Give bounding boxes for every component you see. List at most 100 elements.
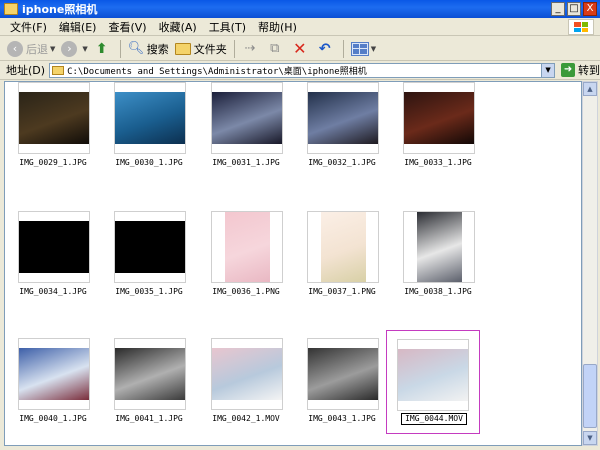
address-path: C:\Documents and Settings\Administrator\…: [67, 66, 367, 77]
file-name: IMG_0043_1.JPG: [308, 414, 376, 423]
folder-icon: [174, 42, 191, 55]
file-thumbnail: [307, 211, 379, 283]
file-item[interactable]: IMG_0038_1.JPG: [390, 211, 486, 331]
thumbnail-image: [19, 221, 89, 273]
file-name: IMG_0033_1.JPG: [404, 158, 472, 167]
thumbnail-image: [404, 92, 474, 144]
toolbar: ‹ 后退 ▼ › ▼ ⬆ 🔍︎ 搜索 文件夹 ⇢ ⧉ ✕ ↶ ▼: [0, 37, 600, 61]
menu-help[interactable]: 帮助(H): [252, 19, 303, 35]
file-thumbnail: [18, 338, 90, 410]
vertical-scrollbar[interactable]: ▲ ▼: [582, 81, 598, 446]
maximize-button[interactable]: □: [567, 2, 581, 16]
address-bar: 地址(D) C:\Documents and Settings\Administ…: [0, 61, 600, 80]
thumbnail-image: [19, 92, 89, 144]
file-item[interactable]: IMG_0041_1.JPG: [101, 338, 197, 445]
windows-logo-icon: [568, 19, 594, 35]
delete-button[interactable]: ✕: [289, 39, 314, 59]
file-item[interactable]: IMG_0040_1.JPG: [5, 338, 101, 445]
address-label: 地址(D): [6, 64, 46, 77]
menu-edit[interactable]: 编辑(E): [53, 19, 103, 35]
file-thumbnail: [307, 82, 379, 154]
file-thumbnail: [114, 338, 186, 410]
file-name: IMG_0037_1.PNG: [308, 287, 376, 296]
file-item[interactable]: IMG_0042_1.MOV: [198, 338, 294, 445]
thumbnail-image: [416, 212, 462, 282]
file-item[interactable]: IMG_0043_1.JPG: [294, 338, 390, 445]
undo-button[interactable]: ↶: [314, 39, 339, 59]
folders-button[interactable]: 文件夹: [172, 39, 230, 59]
file-name: IMG_0034_1.JPG: [19, 287, 87, 296]
file-item[interactable]: IMG_0031_1.JPG: [198, 82, 294, 202]
menu-tools[interactable]: 工具(T): [203, 19, 252, 35]
file-thumbnail: [114, 82, 186, 154]
search-icon: 🔍︎: [127, 40, 145, 56]
file-name: IMG_0042_1.MOV: [212, 414, 280, 423]
up-button[interactable]: ⬆: [91, 39, 116, 59]
forward-button[interactable]: › ▼: [58, 39, 90, 59]
title-bar[interactable]: iphone照相机 _ □ X: [0, 0, 600, 18]
file-name: IMG_0031_1.JPG: [212, 158, 280, 167]
search-label: 搜索: [146, 42, 169, 56]
file-name: IMG_0035_1.JPG: [115, 287, 183, 296]
back-arrow-icon: ‹: [7, 40, 23, 57]
menu-file[interactable]: 文件(F): [4, 19, 53, 35]
copy-to-icon: ⧉: [270, 40, 280, 56]
file-item[interactable]: IMG_0030_1.JPG: [101, 82, 197, 202]
file-name: IMG_0040_1.JPG: [19, 414, 87, 423]
go-button[interactable]: ➜ 转到: [561, 62, 600, 78]
file-name: IMG_0041_1.JPG: [115, 414, 183, 423]
chevron-down-icon: ▼: [370, 44, 377, 53]
thumbnail-image: [224, 212, 270, 282]
file-thumbnail: [403, 82, 475, 154]
toolbar-divider: [342, 39, 344, 58]
menu-favorites[interactable]: 收藏(A): [153, 19, 203, 35]
views-button[interactable]: ▼: [348, 39, 379, 59]
file-item[interactable]: IMG_0037_1.PNG: [294, 211, 390, 331]
thumbnail-image: [115, 92, 185, 144]
scroll-down-icon[interactable]: ▼: [583, 431, 597, 445]
window-controls: _ □ X: [551, 2, 597, 16]
search-button[interactable]: 🔍︎ 搜索: [125, 39, 172, 59]
go-arrow-icon: ➜: [561, 63, 576, 77]
address-field[interactable]: C:\Documents and Settings\Administrator\…: [49, 62, 556, 78]
file-item[interactable]: IMG_0035_1.JPG: [101, 211, 197, 331]
file-thumbnail: [403, 211, 475, 283]
file-thumbnail: [211, 82, 283, 154]
file-item[interactable]: IMG_0036_1.PNG: [198, 211, 294, 331]
file-view[interactable]: IMG_0029_1.JPG IMG_0030_1.JPG IMG_0031_1.J…: [4, 81, 582, 446]
move-to-icon: ⇢: [244, 40, 256, 56]
scroll-up-icon[interactable]: ▲: [583, 82, 597, 96]
file-item[interactable]: IMG_0033_1.JPG: [390, 82, 486, 202]
file-thumbnail: [211, 211, 283, 283]
back-label: 后退: [26, 42, 48, 56]
folders-label: 文件夹: [193, 42, 227, 56]
chevron-down-icon: ▼: [82, 44, 88, 53]
address-dropdown-icon[interactable]: ▼: [541, 63, 555, 77]
move-to-button[interactable]: ⇢: [239, 39, 264, 59]
forward-arrow-icon: ›: [61, 40, 78, 57]
minimize-button[interactable]: _: [551, 2, 565, 16]
menu-view[interactable]: 查看(V): [102, 19, 152, 35]
window-title: iphone照相机: [22, 3, 98, 16]
file-thumbnail: [307, 338, 379, 410]
thumbnail-image: [308, 348, 378, 400]
delete-x-icon: ✕: [293, 38, 307, 58]
thumbnail-image: [115, 221, 185, 273]
thumbnail-image: [212, 348, 282, 400]
file-item[interactable]: IMG_0044.MOV: [386, 330, 480, 434]
menu-bar: 文件(F) 编辑(E) 查看(V) 收藏(A) 工具(T) 帮助(H): [0, 18, 600, 36]
file-item[interactable]: IMG_0032_1.JPG: [294, 82, 390, 202]
thumbnail-image: [398, 349, 468, 401]
file-thumbnail: [114, 211, 186, 283]
copy-to-button[interactable]: ⧉: [264, 39, 289, 59]
thumbnail-image: [115, 348, 185, 400]
thumbnail-image: [320, 212, 366, 282]
scroll-thumb[interactable]: [583, 364, 597, 428]
back-button[interactable]: ‹ 后退 ▼: [4, 39, 58, 59]
close-button[interactable]: X: [583, 2, 597, 16]
file-item[interactable]: IMG_0029_1.JPG: [5, 82, 101, 202]
thumbnail-image: [308, 92, 378, 144]
file-name: IMG_0038_1.JPG: [404, 287, 472, 296]
file-name: IMG_0030_1.JPG: [115, 158, 183, 167]
file-item[interactable]: IMG_0034_1.JPG: [5, 211, 101, 331]
